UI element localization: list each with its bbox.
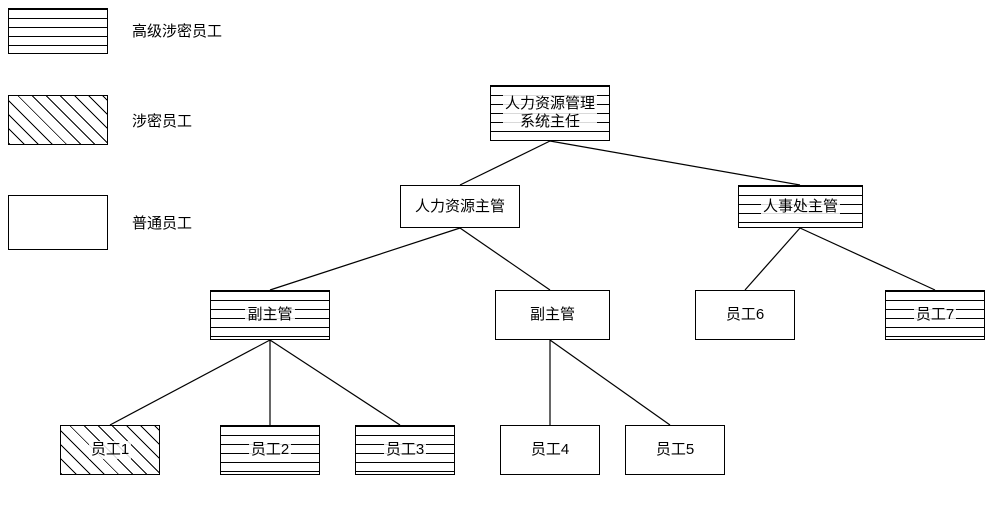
node-emp2-label: 员工2 <box>249 441 291 459</box>
node-deputy-b: 副主管 <box>495 290 610 340</box>
legend-swatch-normal <box>8 195 108 250</box>
node-personnel-head: 人事处主管 <box>738 185 863 228</box>
node-emp7-label: 员工7 <box>914 306 956 324</box>
node-hr-head-label: 人力资源主管 <box>413 198 507 216</box>
node-emp4-label: 员工4 <box>529 441 571 459</box>
node-emp7: 员工7 <box>885 290 985 340</box>
node-root: 人力资源管理 系统主任 <box>490 85 610 141</box>
node-emp4: 员工4 <box>500 425 600 475</box>
node-emp3: 员工3 <box>355 425 455 475</box>
node-deputy-a-label: 副主管 <box>245 306 294 324</box>
node-root-label: 人力资源管理 系统主任 <box>503 95 597 131</box>
node-deputy-b-label: 副主管 <box>528 306 577 324</box>
legend-swatch-secret <box>8 95 108 145</box>
node-personnel-head-label: 人事处主管 <box>761 198 840 216</box>
node-emp6: 员工6 <box>695 290 795 340</box>
node-hr-head: 人力资源主管 <box>400 185 520 228</box>
node-emp1: 员工1 <box>60 425 160 475</box>
legend-swatch-senior <box>8 8 108 54</box>
legend-label-secret: 涉密员工 <box>132 110 192 131</box>
node-deputy-a: 副主管 <box>210 290 330 340</box>
legend-label-senior: 高级涉密员工 <box>132 20 222 41</box>
legend-label-normal: 普通员工 <box>132 212 192 233</box>
node-emp5-label: 员工5 <box>654 441 696 459</box>
node-emp3-label: 员工3 <box>384 441 426 459</box>
node-emp5: 员工5 <box>625 425 725 475</box>
node-emp6-label: 员工6 <box>724 306 766 324</box>
node-emp2: 员工2 <box>220 425 320 475</box>
node-emp1-label: 员工1 <box>89 441 131 459</box>
